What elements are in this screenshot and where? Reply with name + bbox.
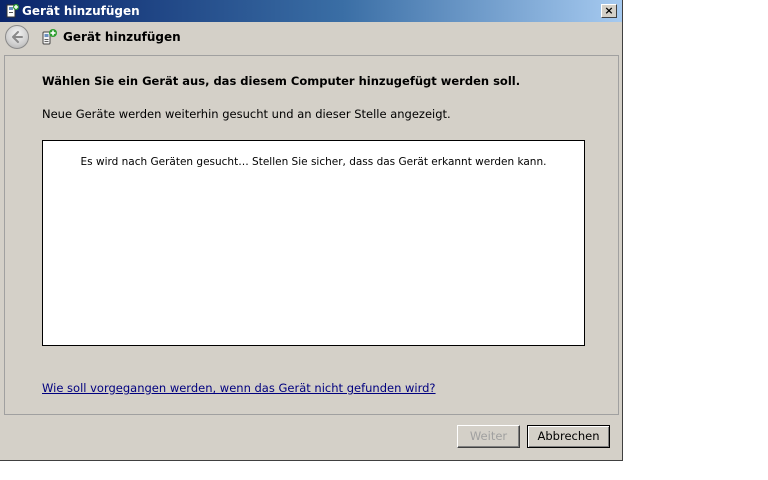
close-icon: ×	[604, 4, 614, 17]
instruction-subtext: Neue Geräte werden weiterhin gesucht und…	[42, 107, 451, 121]
button-bar: Weiter Abbrechen	[0, 415, 622, 460]
title-bar[interactable]: Gerät hinzufügen ×	[0, 0, 622, 22]
add-device-window: Gerät hinzufügen × Gerät hinzufügen Wähl…	[0, 0, 623, 461]
window-title: Gerät hinzufügen	[22, 4, 140, 18]
wizard-content: Wählen Sie ein Gerät aus, das diesem Com…	[4, 55, 619, 415]
device-list-status: Es wird nach Geräten gesucht… Stellen Si…	[80, 156, 547, 168]
add-device-icon	[40, 28, 58, 46]
device-list[interactable]: Es wird nach Geräten gesucht… Stellen Si…	[42, 140, 585, 346]
back-button[interactable]	[5, 25, 29, 49]
close-button[interactable]: ×	[601, 4, 617, 18]
help-link-device-not-found[interactable]: Wie soll vorgegangen werden, wenn das Ge…	[42, 381, 436, 395]
next-button[interactable]: Weiter	[457, 425, 520, 448]
back-arrow-icon	[12, 31, 23, 43]
navigation-bar: Gerät hinzufügen	[0, 22, 622, 53]
instruction-heading: Wählen Sie ein Gerät aus, das diesem Com…	[42, 74, 521, 88]
cancel-button[interactable]: Abbrechen	[527, 425, 610, 448]
wizard-title: Gerät hinzufügen	[63, 30, 181, 44]
device-icon	[4, 3, 20, 19]
